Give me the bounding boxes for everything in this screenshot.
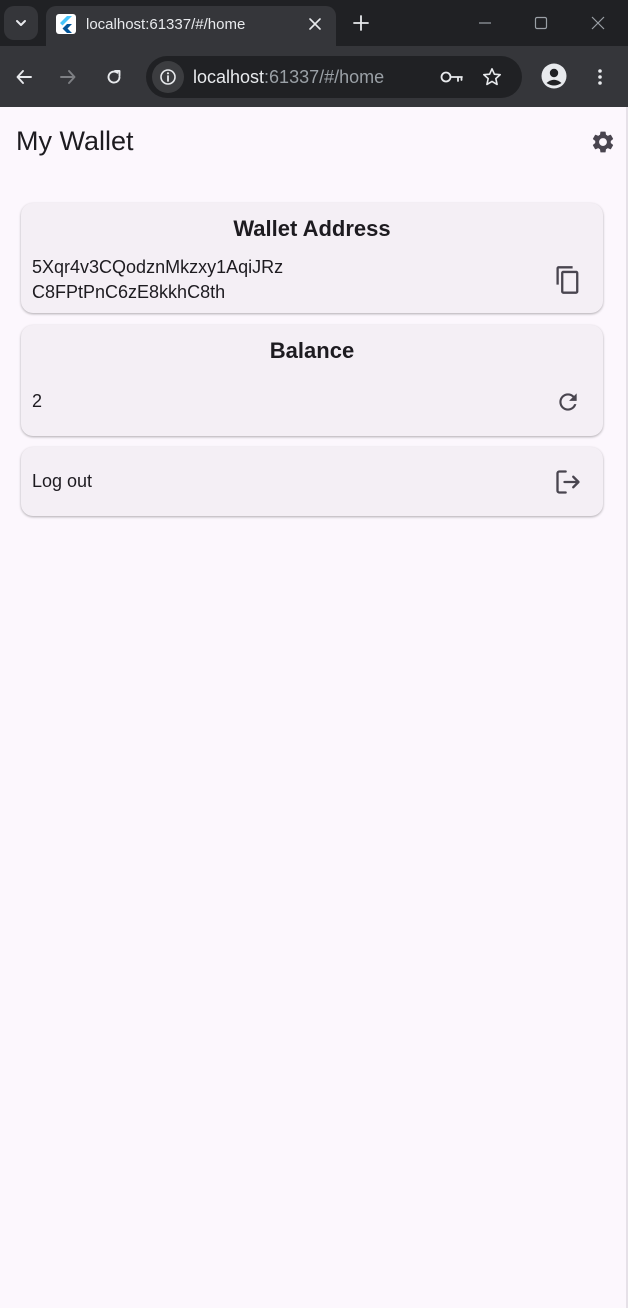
bookmark-button[interactable] <box>480 65 504 89</box>
wallet-address-value: 5Xqr4v3CQodznMkzxy1AqiJRz C8FPtPnC6zE8kk… <box>32 255 283 305</box>
balance-card: Balance 2 <box>21 325 603 436</box>
back-button[interactable] <box>9 62 39 92</box>
url-path: :61337/#/home <box>264 67 385 87</box>
arrow-left-icon <box>16 70 32 84</box>
profile-icon <box>541 63 567 89</box>
tab-search-button[interactable] <box>4 6 38 40</box>
more-vertical-icon <box>598 69 602 85</box>
balance-value: 2 <box>32 391 43 411</box>
logout-button[interactable] <box>552 466 584 498</box>
close-window-button[interactable] <box>583 8 613 38</box>
logout-icon <box>556 470 580 494</box>
url-host: localhost <box>193 67 265 87</box>
browser-menu-button[interactable] <box>585 62 615 92</box>
star-icon <box>483 68 501 86</box>
site-info-button[interactable] <box>152 61 184 93</box>
url-text[interactable]: localhost:61337/#/home <box>193 67 384 88</box>
forward-button[interactable] <box>53 62 83 92</box>
copy-address-button[interactable] <box>552 264 584 296</box>
chevron-down-icon <box>16 20 26 26</box>
wallet-address-line-1: 5Xqr4v3CQodznMkzxy1AqiJRz <box>32 257 284 277</box>
refresh-balance-button[interactable] <box>552 386 584 418</box>
arrow-right-icon <box>60 70 76 84</box>
wallet-address-title: Wallet Address <box>233 216 391 241</box>
tab-close-button[interactable] <box>304 13 326 35</box>
close-icon <box>591 16 605 30</box>
reload-button[interactable] <box>99 62 129 92</box>
new-tab-button[interactable] <box>348 10 374 36</box>
copy-icon <box>556 266 579 294</box>
password-key-button[interactable] <box>440 65 464 89</box>
plus-icon <box>353 15 369 31</box>
minimize-button[interactable] <box>470 8 500 38</box>
logout-label: Log out <box>32 471 93 491</box>
settings-button[interactable] <box>588 127 618 157</box>
wallet-address-line-2: C8FPtPnC6zE8kkhC8th <box>32 282 226 302</box>
tab-title: localhost:61337/#/home <box>86 16 246 33</box>
info-icon <box>160 69 176 85</box>
reload-icon <box>107 70 121 84</box>
refresh-icon <box>559 393 577 411</box>
balance-title: Balance <box>269 338 355 363</box>
browser-tab-bar: localhost:61337/#/home <box>0 0 628 46</box>
key-icon <box>440 71 463 83</box>
close-icon <box>309 18 321 30</box>
maximize-button[interactable] <box>526 8 556 38</box>
gear-icon <box>592 131 614 153</box>
minimize-icon <box>479 22 491 24</box>
address-bar[interactable]: localhost:61337/#/home <box>146 56 522 98</box>
page-title: My Wallet <box>16 126 134 156</box>
profile-button[interactable] <box>539 61 569 91</box>
browser-tab-active[interactable]: localhost:61337/#/home <box>46 6 336 46</box>
flutter-icon <box>56 14 76 34</box>
maximize-icon <box>534 16 548 30</box>
wallet-address-card: Wallet Address 5Xqr4v3CQodznMkzxy1AqiJRz… <box>21 203 603 313</box>
logout-card[interactable]: Log out <box>21 447 603 516</box>
browser-toolbar: localhost:61337/#/home <box>0 46 628 107</box>
